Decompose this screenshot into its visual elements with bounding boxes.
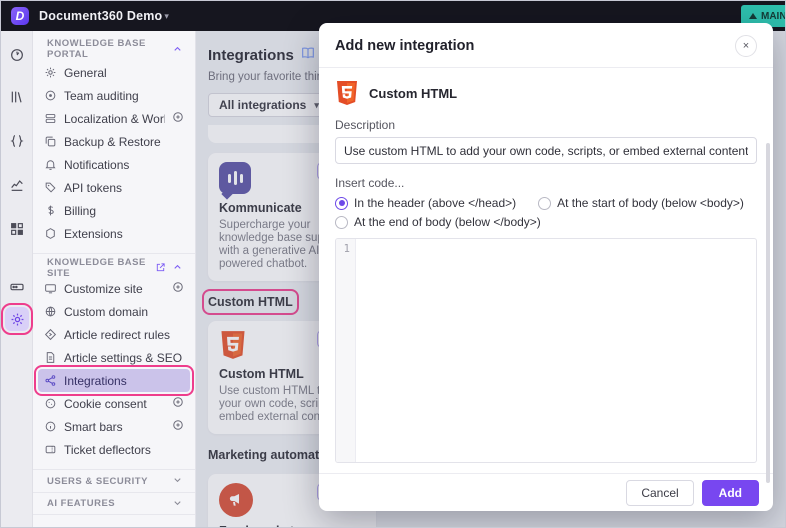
- modal-scrollbar[interactable]: [766, 143, 770, 483]
- maintenance-label: MAINTEN: [761, 10, 786, 22]
- plus-circle-icon[interactable]: [172, 280, 184, 298]
- chevron-down-icon: [174, 478, 181, 483]
- settings-sidebar: KNOWLEDGE BASE PORTAL General Team audit…: [33, 31, 196, 527]
- chevron-up-icon: [174, 46, 181, 51]
- radio-end-of-body[interactable]: At the end of body (below </body>): [335, 215, 541, 229]
- sidebar-item-notifications[interactable]: Notifications: [38, 153, 190, 176]
- html5-icon: [335, 80, 359, 106]
- app-window: D Document360 Demo ▾ MAINTEN: [0, 0, 786, 528]
- sidebar-item-label: API tokens: [64, 180, 123, 195]
- section-users-security[interactable]: USERS & SECURITY: [33, 469, 195, 492]
- code-editor: 1: [335, 238, 757, 463]
- section-kb-portal[interactable]: KNOWLEDGE BASE PORTAL: [33, 37, 195, 61]
- sidebar-item-customize-site[interactable]: Customize site: [38, 277, 190, 300]
- drive-icon[interactable]: [9, 279, 25, 295]
- layers-icon: [45, 113, 56, 124]
- sidebar-item-label: Article redirect rules: [64, 327, 171, 342]
- dashboard-icon[interactable]: [9, 47, 25, 63]
- add-integration-modal: Add new integration × Custom HTML Descri…: [319, 23, 773, 511]
- sidebar-item-custom-domain[interactable]: Custom domain: [38, 300, 190, 323]
- section-kb-site[interactable]: KNOWLEDGE BASE SITE: [33, 253, 195, 279]
- modal-title: Add new integration: [335, 38, 475, 54]
- analytics-icon[interactable]: [9, 177, 25, 193]
- sidebar-item-billing[interactable]: Billing: [38, 199, 190, 222]
- chevron-down-icon: ▾: [164, 10, 169, 21]
- sidebar-item-label: Custom domain: [64, 304, 149, 319]
- dollar-icon: [48, 205, 54, 216]
- sidebar-item-article-redirect-rules[interactable]: Article redirect rules: [38, 323, 190, 346]
- sidebar-item-label: Billing: [64, 203, 97, 218]
- code-input-area[interactable]: [356, 239, 756, 462]
- document360-logo-icon: D: [11, 7, 29, 25]
- project-switcher[interactable]: Document360 Demo ▾: [39, 9, 169, 23]
- project-name: Document360 Demo: [39, 9, 163, 23]
- tag-icon: [45, 182, 56, 193]
- alert-icon: [749, 13, 757, 19]
- sidebar-item-extensions[interactable]: Extensions: [38, 222, 190, 245]
- section-ai-features[interactable]: AI FEATURES: [33, 492, 195, 515]
- sidebar-item-api-tokens[interactable]: API tokens: [38, 176, 190, 199]
- bell-icon: [45, 160, 56, 170]
- sidebar-item-label: Notifications: [64, 157, 130, 172]
- sidebar-item-label: Integrations: [64, 373, 127, 388]
- sidebar-item-integrations[interactable]: Integrations: [34, 365, 194, 396]
- monitor-icon: [45, 284, 56, 294]
- chevron-up-icon: [174, 264, 181, 269]
- sidebar-item-smart-bars[interactable]: Smart bars: [38, 415, 190, 438]
- line-number-gutter: 1: [336, 239, 356, 462]
- sidebar-item-ticket-deflectors[interactable]: Ticket deflectors: [38, 438, 190, 461]
- description-input[interactable]: [335, 137, 757, 164]
- radio-in-header[interactable]: In the header (above </head>): [335, 196, 516, 210]
- gear-icon: [45, 67, 56, 78]
- sidebar-item-cookie-consent[interactable]: Cookie consent: [38, 392, 190, 415]
- cookie-icon: [45, 398, 56, 409]
- close-icon[interactable]: ×: [735, 35, 757, 57]
- sidebar-item-label: Extensions: [64, 226, 123, 241]
- sidebar-item-label: Ticket deflectors: [64, 442, 151, 457]
- radio-icon: [538, 196, 552, 210]
- documentation-icon[interactable]: [9, 89, 25, 105]
- sidebar-item-label: Customize site: [64, 281, 143, 296]
- sidebar-item-label: Localization & Workspaces: [64, 111, 165, 126]
- sidebar-item-general[interactable]: General: [38, 61, 190, 84]
- sidebar-item-label: Cookie consent: [64, 396, 147, 411]
- sidebar-item-backup-restore[interactable]: Backup & Restore: [38, 130, 190, 153]
- copy-icon: [45, 136, 56, 147]
- sidebar-item-label: General: [64, 65, 107, 80]
- integration-name: Custom HTML: [369, 85, 458, 101]
- sidebar-item-label: Backup & Restore: [64, 134, 161, 149]
- icon-rail: [1, 31, 33, 527]
- integration-nodes-icon: [45, 375, 56, 386]
- sidebar-item-article-settings-seo[interactable]: Article settings & SEO: [38, 346, 190, 369]
- radio-icon: [335, 215, 348, 229]
- api-hub-icon[interactable]: [9, 133, 25, 149]
- radio-selected-icon: [335, 196, 348, 210]
- insert-code-label: Insert code...: [335, 176, 405, 190]
- ticket-icon: [45, 445, 56, 454]
- plus-circle-icon[interactable]: [172, 395, 184, 413]
- cancel-button[interactable]: Cancel: [626, 479, 694, 506]
- plus-circle-icon[interactable]: [172, 418, 184, 436]
- sidebar-item-label: Smart bars: [64, 419, 123, 434]
- chevron-down-icon: [174, 500, 181, 505]
- document-icon: [46, 352, 55, 363]
- extension-icon: [46, 228, 55, 239]
- info-circle-icon: [45, 421, 56, 432]
- sidebar-item-label: Article settings & SEO: [64, 350, 183, 365]
- add-button[interactable]: Add: [701, 479, 759, 506]
- description-label: Description: [335, 118, 396, 132]
- plus-circle-icon[interactable]: [172, 110, 184, 128]
- redirect-icon: [44, 328, 57, 341]
- widgets-icon[interactable]: [9, 221, 25, 237]
- settings-icon[interactable]: [1, 303, 33, 335]
- target-icon: [45, 90, 56, 101]
- external-link-icon: [156, 263, 165, 272]
- sidebar-item-label: Team auditing: [64, 88, 139, 103]
- radio-start-of-body[interactable]: At the start of body (below <body>): [538, 196, 744, 210]
- sidebar-item-localization-workspaces[interactable]: Localization & Workspaces: [38, 107, 190, 130]
- sidebar-item-team-auditing[interactable]: Team auditing: [38, 84, 190, 107]
- globe-icon: [45, 306, 56, 317]
